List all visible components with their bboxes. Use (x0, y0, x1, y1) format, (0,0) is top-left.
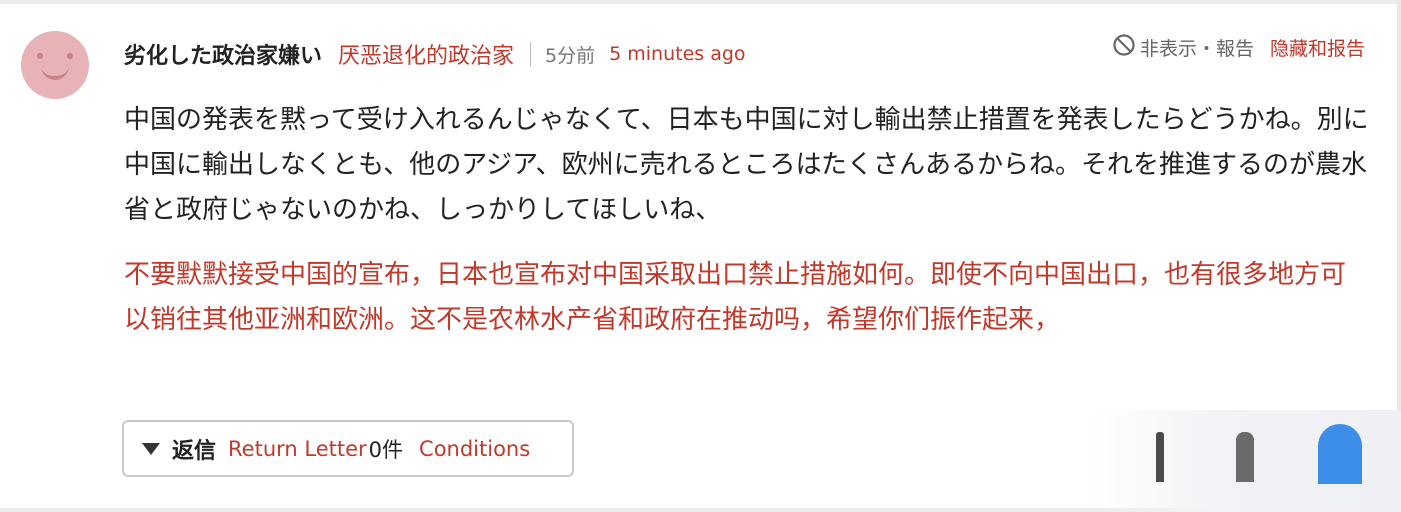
reply-toggle-button[interactable]: 返信 Return Letter 0件 Conditions (122, 420, 574, 477)
avatar-right-eye (67, 53, 73, 59)
reply-count-translation: Conditions (419, 436, 531, 461)
avatar[interactable] (21, 31, 89, 99)
reaction-bar-2 (1236, 432, 1254, 482)
author-name[interactable]: 劣化した政治家嫌い (124, 38, 322, 70)
avatar-left-eye (37, 53, 43, 59)
top-frame-edge (0, 0, 1401, 4)
prohibit-icon (1112, 33, 1140, 61)
avatar-mouth (41, 62, 69, 80)
reply-label-translation: Return Letter (228, 436, 367, 461)
comment-body-japanese: 中国の発表を黙って受け入れるんじゃなくて、日本も中国に対し輸出禁止措置を発表した… (124, 105, 1369, 225)
hide-report-translation: 隐藏和报告 (1269, 37, 1365, 60)
reply-label: 返信 (172, 438, 217, 464)
reply-count: 0件 (368, 437, 404, 462)
author-name-translation: 厌恶退化的政治家 (338, 44, 515, 69)
reaction-bar-3 (1318, 424, 1362, 484)
header-divider (530, 42, 532, 66)
comment-body-translation: 不要默默接受中国的宣布，日本也宣布对中国采取出口禁止措施如何。即使不向中国出口，… (124, 260, 1347, 335)
triangle-down-icon (142, 442, 160, 455)
comment-header: 劣化した政治家嫌い 厌恶退化的政治家 5分前 5 minutes ago (124, 36, 746, 72)
post-time-translation: 5 minutes ago (609, 43, 746, 65)
hide-report-label: 非表示・報告 (1139, 37, 1254, 60)
hide-report-button[interactable]: 非表示・報告 隐藏和报告 (1112, 32, 1365, 62)
reaction-bar-1 (1156, 432, 1164, 482)
post-time: 5分前 (545, 44, 596, 67)
